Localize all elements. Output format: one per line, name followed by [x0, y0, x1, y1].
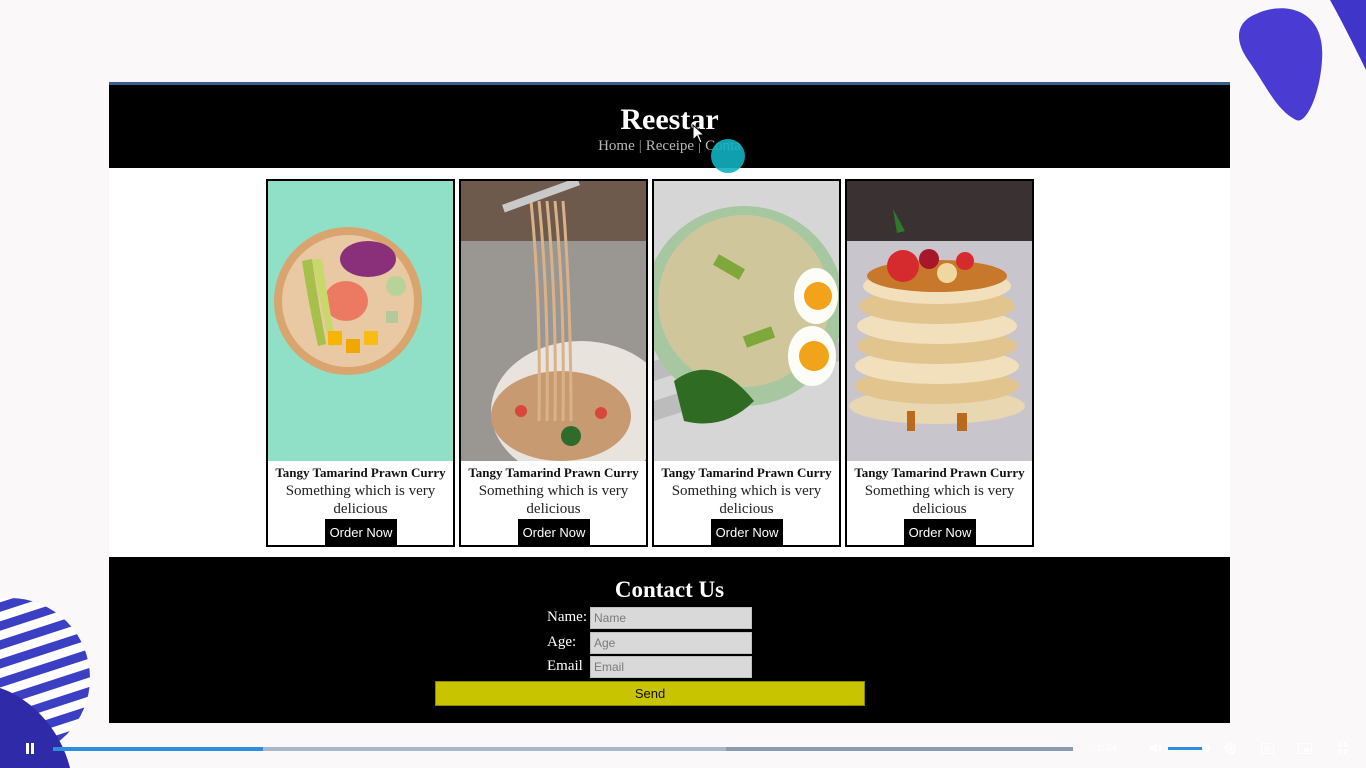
recipe-card: Tangy Tamarind Prawn Curry Something whi… [266, 179, 455, 547]
card-description: Something which is very delicious [864, 483, 1015, 517]
rice-egg-bowl-image [654, 181, 839, 461]
pancake-stack-image [847, 181, 1032, 461]
recipe-card-grid: Tangy Tamarind Prawn Curry Something whi… [266, 179, 1036, 547]
order-now-button[interactable]: Order Now [711, 519, 783, 547]
site-header: Reestar Home|Receipe|Conta [109, 82, 1230, 168]
hd-icon[interactable] [1259, 739, 1275, 757]
card-description: Something which is very delicious [285, 483, 436, 517]
card-title: Tangy Tamarind Prawn Curry [854, 465, 1025, 480]
decorative-blob-top-right [1226, 0, 1366, 130]
volume-slider-knob[interactable] [1202, 744, 1210, 752]
settings-icon[interactable] [1222, 739, 1238, 757]
recipe-card: Tangy Tamarind Prawn Curry Something whi… [845, 179, 1034, 547]
contact-title: Contact Us [614, 577, 725, 602]
seek-bar[interactable] [53, 747, 1073, 751]
card-title: Tangy Tamarind Prawn Curry [468, 465, 639, 480]
send-button[interactable]: Send [435, 681, 865, 706]
card-title: Tangy Tamarind Prawn Curry [275, 465, 446, 480]
picture-in-picture-icon[interactable] [1297, 739, 1313, 757]
site-brand: Reestar [620, 103, 719, 136]
card-description: Something which is very delicious [671, 483, 822, 517]
card-title: Tangy Tamarind Prawn Curry [661, 465, 832, 480]
order-now-button[interactable]: Order Now [904, 519, 976, 547]
seek-bar-played [53, 747, 264, 751]
time-remaining: -1:34 [1092, 742, 1118, 754]
mouse-pointer-icon [692, 123, 706, 144]
recipe-card: Tangy Tamarind Prawn Curry Something whi… [459, 179, 648, 547]
volume-slider[interactable] [1168, 747, 1206, 750]
email-input[interactable] [590, 656, 752, 678]
nav-link-receipe[interactable]: Receipe [646, 138, 694, 154]
click-highlight [711, 139, 745, 173]
salmon-poke-bowl-image [268, 181, 453, 461]
name-input[interactable] [590, 607, 752, 629]
contact-section: Contact Us Name: Age: Email Send [109, 557, 1230, 723]
exit-fullscreen-icon[interactable] [1335, 739, 1351, 757]
pause-icon[interactable] [22, 739, 38, 757]
recipe-card: Tangy Tamarind Prawn Curry Something whi… [652, 179, 841, 547]
volume-icon[interactable] [1148, 739, 1164, 757]
email-label: Email [547, 658, 583, 674]
spaghetti-fork-image [461, 181, 646, 461]
order-now-button[interactable]: Order Now [518, 519, 590, 547]
site-nav: Home|Receipe|Conta [109, 138, 1230, 155]
age-input[interactable] [590, 632, 752, 654]
name-label: Name: [547, 609, 587, 625]
video-player-controls: -1:34 [0, 735, 1366, 768]
age-label: Age: [547, 634, 577, 650]
nav-separator: | [638, 138, 642, 154]
order-now-button[interactable]: Order Now [325, 519, 397, 547]
card-description: Something which is very delicious [478, 483, 629, 517]
nav-link-home[interactable]: Home [598, 138, 635, 154]
